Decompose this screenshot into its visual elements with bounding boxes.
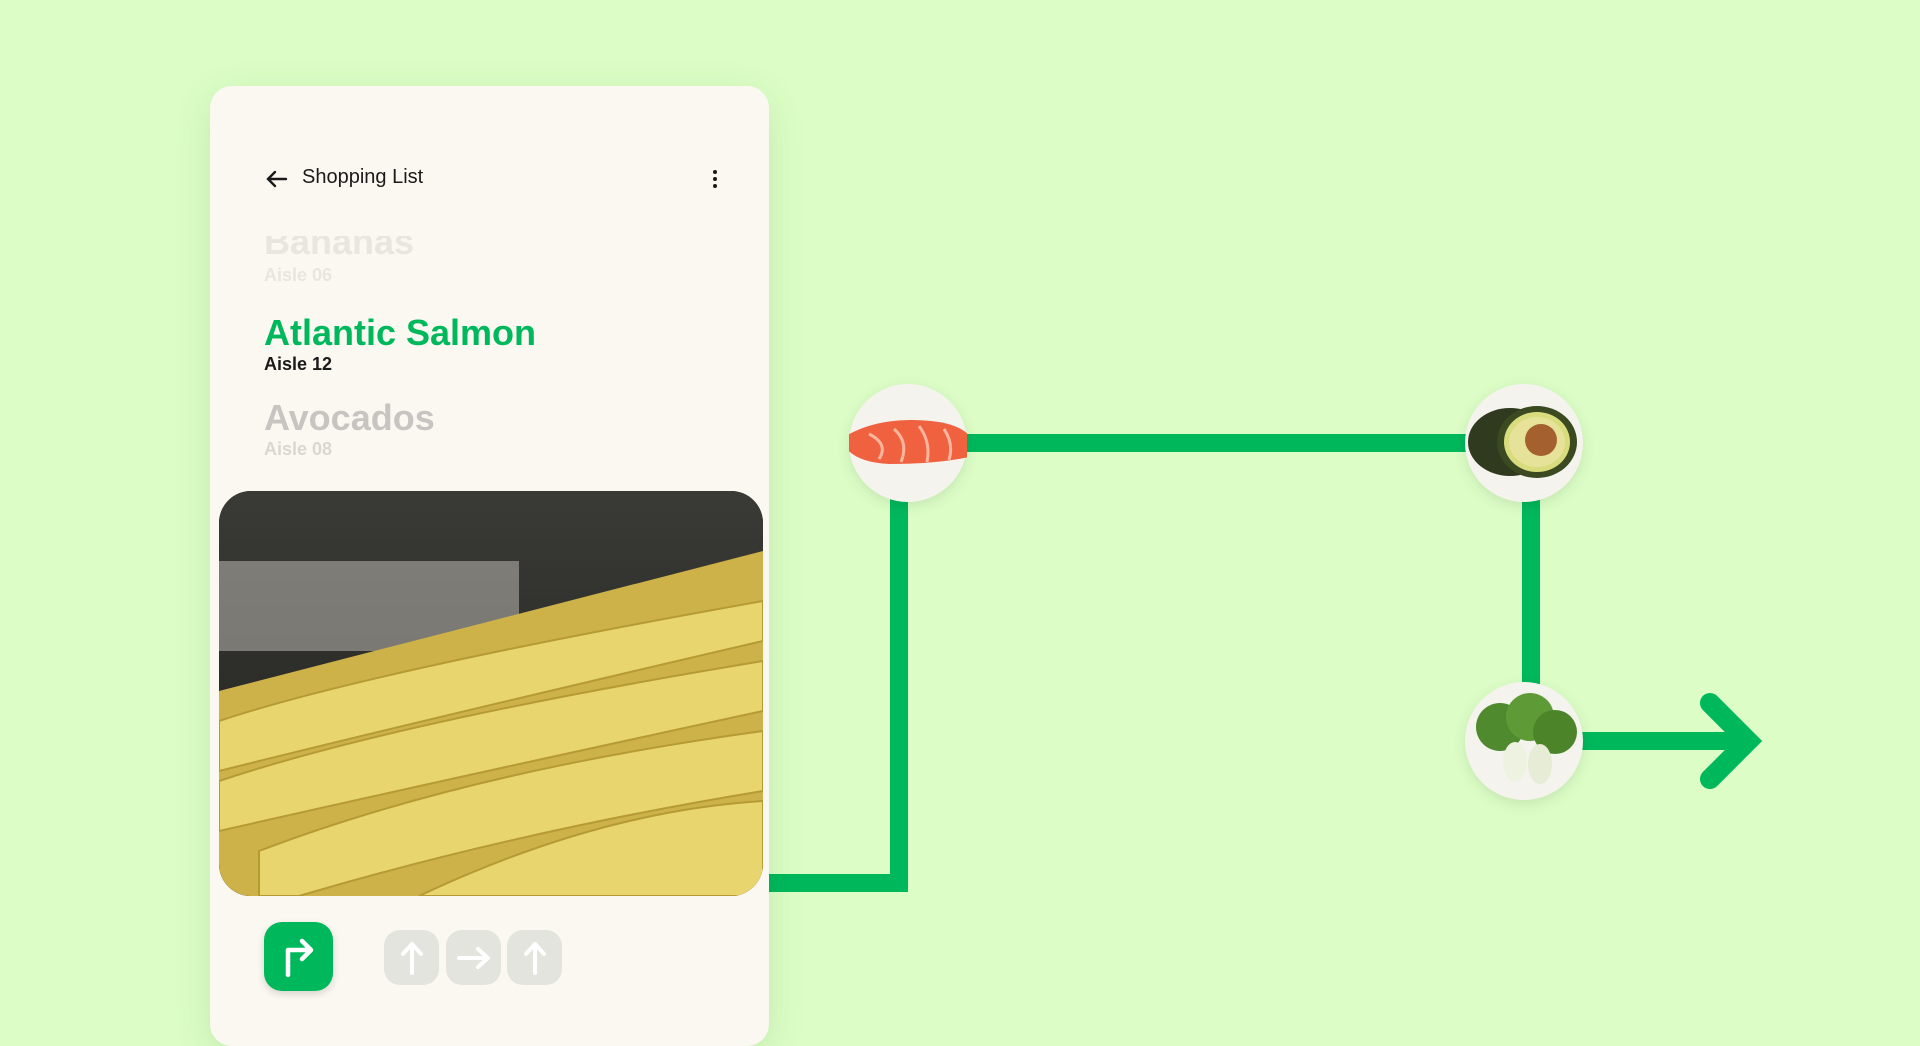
bok-choy-icon — [1476, 693, 1577, 784]
aisle-photo — [219, 491, 763, 896]
item-aisle: Aisle 08 — [264, 439, 333, 459]
arrow-right-icon — [456, 946, 490, 969]
stop-avocado[interactable] — [1465, 384, 1583, 502]
list-item-current[interactable]: Atlantic Salmon Aisle 12 — [264, 313, 536, 375]
item-name: Avocados — [264, 397, 435, 438]
arrow-up-icon — [523, 941, 546, 975]
item-name: Atlantic Salmon — [264, 312, 537, 353]
upcoming-direction-2[interactable] — [446, 930, 501, 985]
stop-bok-choy[interactable] — [1465, 682, 1583, 800]
stop-salmon[interactable] — [841, 384, 975, 502]
item-name: Bananas — [264, 236, 415, 262]
upcoming-direction-1[interactable] — [384, 930, 439, 985]
more-vertical-icon[interactable] — [708, 168, 722, 190]
turn-right-icon — [285, 938, 313, 977]
page-title: Shopping List — [302, 166, 424, 188]
phone-card: Shopping List Bananas Aisle 06 Atlantic … — [210, 86, 769, 1046]
route-line — [760, 434, 1740, 892]
item-aisle: Aisle 12 — [264, 354, 333, 374]
list-item-next[interactable]: Avocados Aisle 08 — [264, 398, 435, 460]
arrow-left-icon[interactable] — [264, 167, 290, 191]
avocado-icon — [1468, 406, 1577, 478]
salmon-icon — [841, 420, 975, 464]
item-list[interactable]: Bananas Aisle 06 Atlantic Salmon Aisle 1… — [210, 236, 769, 486]
arrow-up-icon — [400, 941, 423, 975]
list-item-previous[interactable]: Bananas Aisle 06 — [264, 236, 414, 286]
item-aisle: Aisle 06 — [264, 265, 333, 285]
upcoming-direction-3[interactable] — [507, 930, 562, 985]
current-direction-button[interactable] — [264, 922, 333, 991]
bananas-image — [219, 491, 763, 896]
